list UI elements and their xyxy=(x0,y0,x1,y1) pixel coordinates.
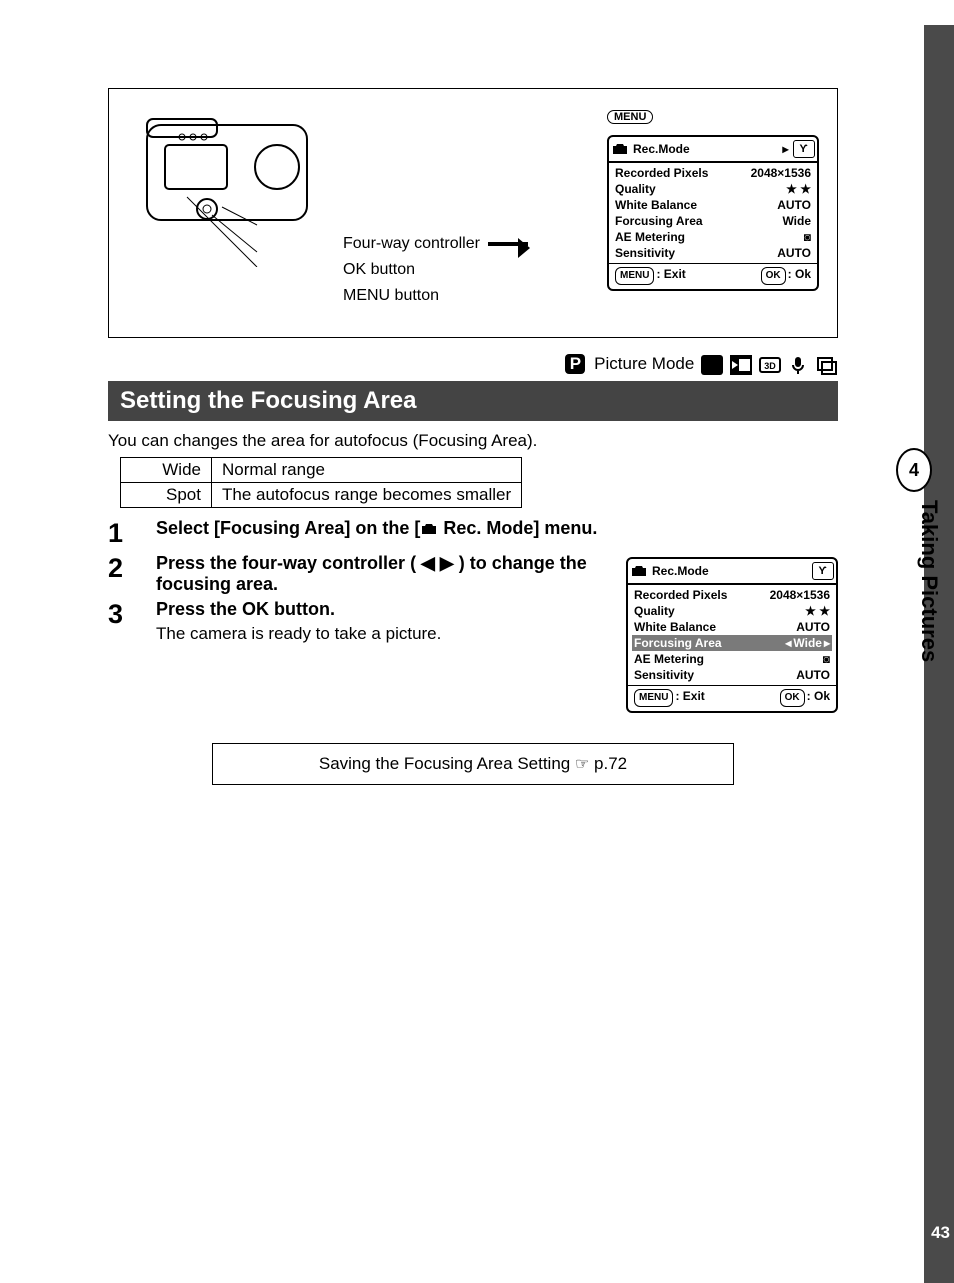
frame-icon xyxy=(816,355,838,375)
lcd-playtab-icon: Ƴ xyxy=(793,140,815,158)
lcd-row-value: AUTO xyxy=(796,667,830,683)
lcd-foot-ok: : Ok xyxy=(807,689,830,703)
lcd-row-label: White Balance xyxy=(615,197,697,213)
step-text: Press the OK button. xyxy=(156,599,612,620)
step-number: 2 xyxy=(108,553,156,584)
lcd-row-label: Quality xyxy=(615,181,656,197)
menu-badge-icon: MENU xyxy=(607,110,653,124)
camera-icon xyxy=(611,142,629,156)
fourway-label: Four-way controller xyxy=(343,235,480,253)
lcd-row-value: ◙ xyxy=(823,651,830,667)
picture-mode-line: P Picture Mode 3D xyxy=(108,354,838,375)
page-number: 43 xyxy=(931,1223,950,1243)
lcd-title: Rec.Mode xyxy=(652,563,709,579)
lcd-row-value: 2048×1536 xyxy=(770,587,830,603)
lcd-playtab-icon: Ƴ xyxy=(812,562,834,580)
lcd-row-value: 2048×1536 xyxy=(751,165,811,181)
lcd-row-label: Forcusing Area xyxy=(634,635,722,651)
lcd-row-value: ◙ xyxy=(804,229,811,245)
definition-table: WideNormal range SpotThe autofocus range… xyxy=(120,457,522,508)
picture-mode-label: Picture Mode xyxy=(594,354,694,373)
lcd-row-value: ★ ★ xyxy=(786,181,811,197)
p-mode-icon: P xyxy=(565,354,585,374)
camera-icon xyxy=(420,522,438,536)
ok-pill-icon: OK xyxy=(780,689,805,707)
cross-reference-box: Saving the Focusing Area Setting ☞ p.72 xyxy=(212,743,734,785)
svg-text:3D: 3D xyxy=(764,361,776,371)
lcd-row-label: AE Metering xyxy=(634,651,704,667)
voice-icon xyxy=(787,355,809,375)
lcd-title: Rec.Mode xyxy=(633,141,690,157)
night-scene-icon xyxy=(701,355,723,375)
lcd-row-value: Wide xyxy=(793,635,822,651)
lcd-row-label: Recorded Pixels xyxy=(615,165,708,181)
step-number: 3 xyxy=(108,599,156,630)
lcd-preview-top: Rec.Mode ▸Ƴ Recorded Pixels2048×1536 Qua… xyxy=(607,135,819,291)
intro-text: You can changes the area for autofocus (… xyxy=(108,431,838,451)
table-key: Spot xyxy=(121,482,212,507)
ref-page: p.72 xyxy=(594,754,627,773)
section-number-badge: 4 xyxy=(896,448,932,492)
step-subtext: The camera is ready to take a picture. xyxy=(156,624,612,644)
step-text: Rec. Mode] menu. xyxy=(443,518,597,538)
lcd-foot-exit: : Exit xyxy=(675,689,704,703)
table-value: Normal range xyxy=(212,457,522,482)
lcd-row-value: AUTO xyxy=(777,245,811,261)
section-heading: Setting the Focusing Area xyxy=(108,381,838,421)
lcd-row-label: Sensitivity xyxy=(634,667,694,683)
lcd-row-value: ★ ★ xyxy=(805,603,830,619)
ref-text: Saving the Focusing Area Setting xyxy=(319,754,575,773)
camera-illustration xyxy=(127,107,327,267)
lcd-row-value: AUTO xyxy=(796,619,830,635)
movie-icon xyxy=(730,355,752,375)
menu-pill-icon: MENU xyxy=(615,267,654,285)
table-key: Wide xyxy=(121,457,212,482)
menu-pill-icon: MENU xyxy=(634,689,673,707)
lcd-row-label: Quality xyxy=(634,603,675,619)
table-value: The autofocus range becomes smaller xyxy=(212,482,522,507)
pointer-icon: ☞ xyxy=(575,754,589,774)
ok-pill-icon: OK xyxy=(761,267,786,285)
camera-icon xyxy=(630,564,648,578)
lcd-preview-selected: Rec.Mode Ƴ Recorded Pixels 2048×1536 Qual… xyxy=(626,557,838,713)
lcd-row-label: Sensitivity xyxy=(615,245,675,261)
step-text: Select [Focusing Area] on the [ xyxy=(156,518,420,538)
lcd-row-label: AE Metering xyxy=(615,229,685,245)
step-text: Press the four-way controller ( ◀ ▶ ) to… xyxy=(156,553,587,594)
menubutton-label: MENU button xyxy=(343,287,591,305)
lcd-foot-ok: : Ok xyxy=(788,267,811,281)
arrow-right-icon xyxy=(488,242,528,246)
lcd-row-label: Forcusing Area xyxy=(615,213,703,229)
section-tab-label: Taking Pictures xyxy=(916,500,942,662)
lcd-foot-exit: : Exit xyxy=(656,267,685,281)
lcd-row-value: AUTO xyxy=(777,197,811,213)
lcd-row-label: White Balance xyxy=(634,619,716,635)
step-number: 1 xyxy=(108,518,156,549)
lcd-row-value: Wide xyxy=(782,213,811,229)
3d-icon: 3D xyxy=(759,355,781,375)
okbutton-label: OK button xyxy=(343,261,591,279)
camera-diagram-box: Four-way controller OK button MENU butto… xyxy=(108,88,838,338)
lcd-row-label: Recorded Pixels xyxy=(634,587,727,603)
